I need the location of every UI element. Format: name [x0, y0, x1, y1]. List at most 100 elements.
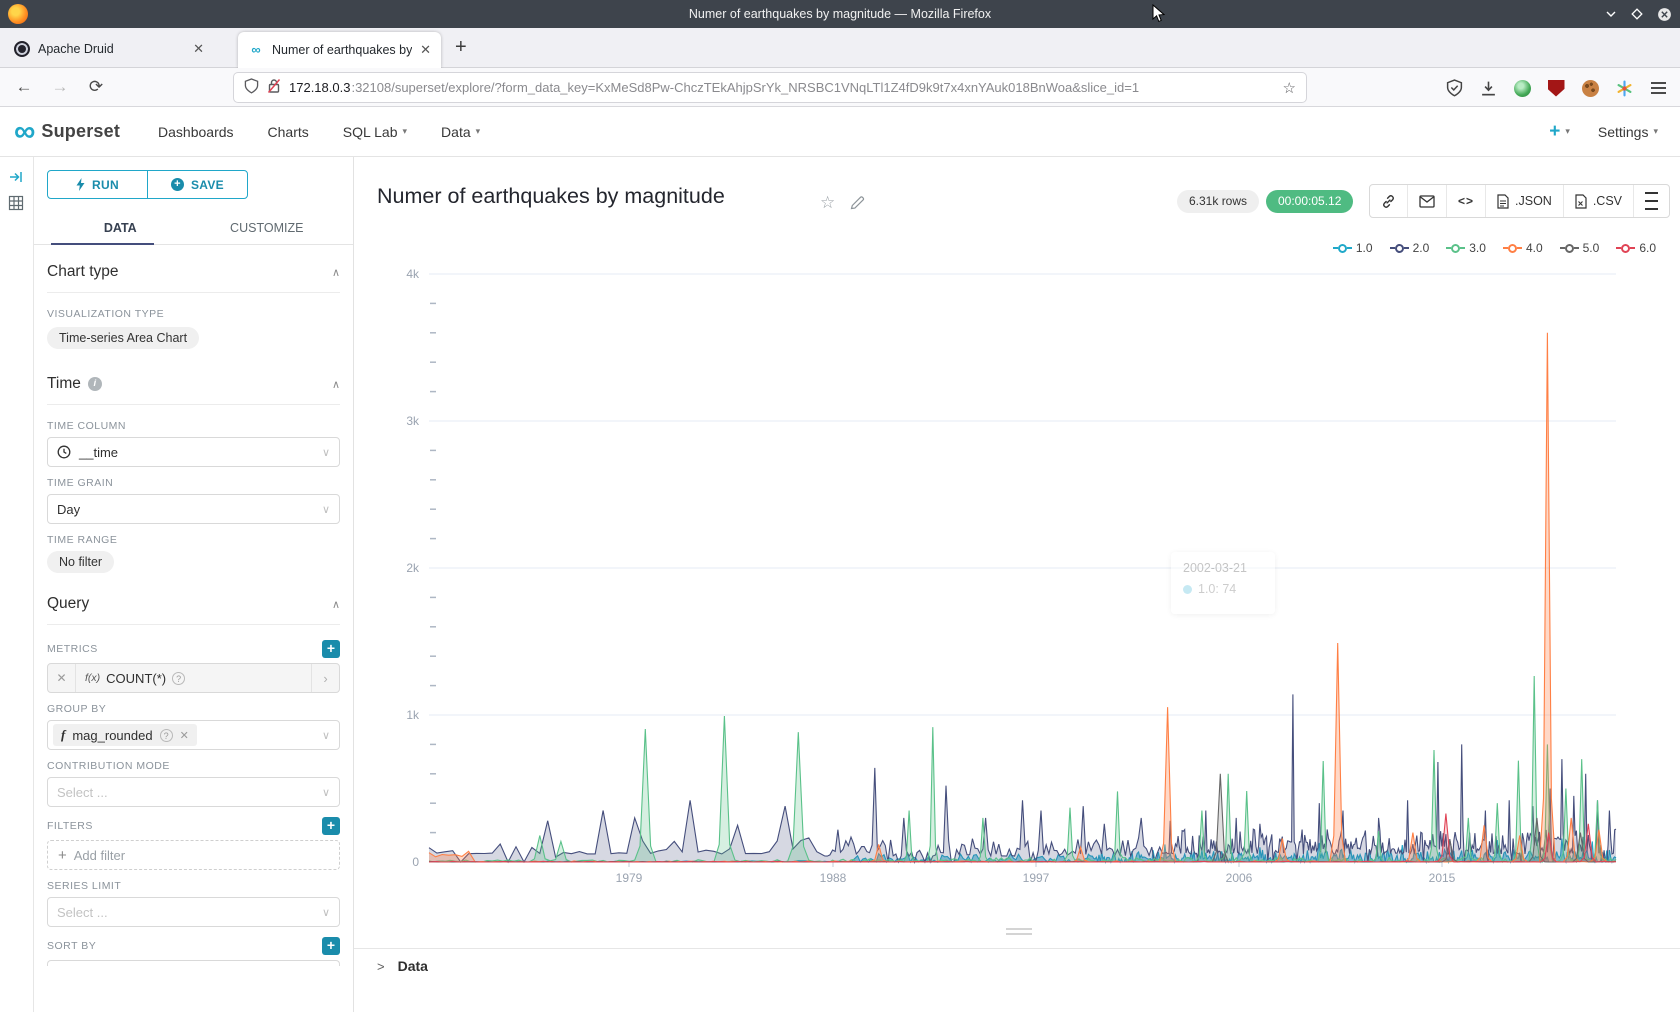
minimize-icon[interactable]	[1605, 8, 1617, 20]
edit-title-icon[interactable]	[850, 195, 865, 215]
datasource-grid-icon[interactable]	[8, 195, 24, 215]
time-range-value[interactable]: No filter	[47, 551, 114, 573]
query-timer-badge: 00:00:05.12	[1266, 190, 1353, 213]
cookie-extension-icon[interactable]	[1580, 78, 1600, 98]
add-filter-button[interactable]: +	[322, 817, 340, 835]
nav-charts[interactable]: Charts	[268, 124, 309, 140]
run-button[interactable]: RUN	[48, 171, 147, 198]
metrics-label: METRICS	[47, 643, 98, 655]
reload-button[interactable]: ⟳	[82, 74, 110, 102]
save-button[interactable]: + SAVE	[147, 171, 247, 198]
svg-text:1988: 1988	[820, 871, 847, 885]
add-sort-button[interactable]: +	[322, 937, 340, 955]
remove-chip-icon[interactable]: ✕	[180, 729, 189, 742]
time-column-select[interactable]: __time ∨	[47, 437, 340, 467]
section-time[interactable]: Time i ∧	[47, 375, 340, 405]
series-limit-select[interactable]: Select ... ∨	[47, 897, 340, 927]
tab-data[interactable]: DATA	[47, 211, 194, 244]
ublock-icon[interactable]	[1546, 78, 1566, 98]
window-title: Numer of earthquakes by magnitude — Mozi…	[0, 7, 1680, 21]
group-by-chip[interactable]: f mag_rounded ? ✕	[53, 724, 197, 746]
superset-logo[interactable]: ∞ Superset	[14, 117, 120, 147]
chevron-down-icon: ∨	[322, 503, 330, 516]
expand-metric-icon[interactable]: ›	[311, 664, 339, 692]
new-item-button[interactable]: +▾	[1549, 121, 1570, 143]
menu-icon[interactable]	[1648, 78, 1668, 98]
chevron-down-icon: ∨	[322, 906, 330, 919]
email-button[interactable]	[1407, 185, 1446, 217]
viz-type-value[interactable]: Time-series Area Chart	[47, 327, 199, 349]
nav-sql-lab[interactable]: SQL Lab▾	[343, 124, 407, 140]
info-icon: i	[88, 377, 102, 391]
tab-earthquakes-chart[interactable]: ∞ Numer of earthquakes by m ✕	[238, 32, 441, 68]
section-chart-type[interactable]: Chart type ∧	[47, 263, 340, 293]
nav-data[interactable]: Data▾	[441, 124, 480, 140]
help-icon: ?	[160, 729, 173, 742]
timeseries-area-chart[interactable]: 01k2k3k4k19791988199720062015	[354, 237, 1680, 897]
copy-link-button[interactable]	[1370, 185, 1407, 217]
browser-toolbar: ← → ⟳ 172.18.0.3:32108/superset/explore/…	[0, 68, 1680, 107]
chevron-down-icon: ∨	[322, 446, 330, 459]
filters-label: FILTERS	[47, 820, 93, 832]
panel-resize-handle[interactable]	[1006, 928, 1032, 938]
chevron-down-icon: ▾	[403, 126, 408, 137]
forward-button[interactable]: →	[46, 74, 74, 102]
expand-panel-icon[interactable]	[8, 169, 24, 189]
tooltip-date: 2002-03-21	[1183, 561, 1263, 575]
pocket-shield-icon[interactable]	[1444, 78, 1464, 98]
tab-close-icon[interactable]: ✕	[420, 42, 431, 58]
shield-icon[interactable]	[244, 78, 259, 97]
remove-metric-icon[interactable]: ✕	[48, 664, 76, 692]
favorite-star-icon[interactable]: ☆	[820, 193, 835, 213]
chart-title: Numer of earthquakes by magnitude	[377, 184, 725, 209]
contribution-mode-select[interactable]: Select ... ∨	[47, 777, 340, 807]
svg-text:1979: 1979	[616, 871, 643, 885]
tab-title: Apache Druid	[38, 42, 114, 56]
time-grain-label: TIME GRAIN	[47, 477, 340, 489]
superset-logo-icon: ∞	[14, 117, 35, 147]
section-query[interactable]: Query ∧	[47, 595, 340, 625]
downloads-icon[interactable]	[1478, 78, 1498, 98]
tab-apache-druid[interactable]: Apache Druid ✕	[4, 32, 214, 65]
plus-circle-icon: +	[171, 178, 184, 191]
bookmark-star-icon[interactable]: ☆	[1283, 79, 1296, 97]
chart-menu-button[interactable]	[1633, 185, 1669, 217]
superset-favicon: ∞	[248, 42, 264, 58]
svg-text:2006: 2006	[1226, 871, 1253, 885]
close-icon[interactable]	[1657, 7, 1672, 22]
url-input[interactable]: 172.18.0.3:32108/superset/explore/?form_…	[234, 73, 1306, 102]
insecure-lock-icon[interactable]	[267, 78, 281, 97]
data-panel-toggle[interactable]: > Data	[377, 958, 428, 974]
add-metric-button[interactable]: +	[322, 640, 340, 658]
export-json-button[interactable]: .JSON	[1485, 185, 1563, 217]
group-by-label: GROUP BY	[47, 703, 340, 715]
new-tab-button[interactable]: +	[455, 36, 467, 59]
extension-green-icon[interactable]	[1512, 78, 1532, 98]
tab-close-icon[interactable]: ✕	[193, 41, 204, 57]
fx-icon: f(x)	[85, 672, 100, 684]
tab-customize[interactable]: CUSTOMIZE	[194, 211, 341, 244]
metric-count-chip[interactable]: ✕ f(x) COUNT(*) ? ›	[47, 663, 340, 693]
nav-dashboards[interactable]: Dashboards	[158, 124, 234, 140]
chart-tooltip: 2002-03-21 1.0: 74	[1171, 552, 1275, 614]
plus-icon: +	[58, 847, 67, 864]
colorful-extension-icon[interactable]	[1614, 78, 1634, 98]
export-csv-button[interactable]: .CSV	[1563, 185, 1633, 217]
clock-icon	[57, 445, 71, 459]
embed-code-button[interactable]: <>	[1446, 185, 1485, 217]
chevron-up-icon: ∧	[332, 378, 340, 391]
settings-menu[interactable]: Settings▾	[1598, 124, 1658, 140]
maximize-icon[interactable]	[1631, 8, 1643, 20]
add-filter-dropzone[interactable]: + Add filter	[47, 840, 340, 870]
sort-by-select[interactable]	[47, 960, 340, 966]
svg-text:0: 0	[412, 855, 419, 869]
help-icon: ?	[172, 672, 185, 685]
chart-container: Numer of earthquakes by magnitude ☆ 6.31…	[354, 157, 1680, 1012]
chevron-down-icon: ▾	[476, 126, 481, 137]
group-by-select[interactable]: f mag_rounded ? ✕ ∨	[47, 720, 340, 750]
tooltip-value: 1.0: 74	[1198, 582, 1236, 596]
back-button[interactable]: ←	[10, 74, 38, 102]
svg-text:4k: 4k	[406, 267, 420, 281]
time-grain-select[interactable]: Day ∨	[47, 494, 340, 524]
sort-by-label: SORT BY	[47, 940, 96, 952]
